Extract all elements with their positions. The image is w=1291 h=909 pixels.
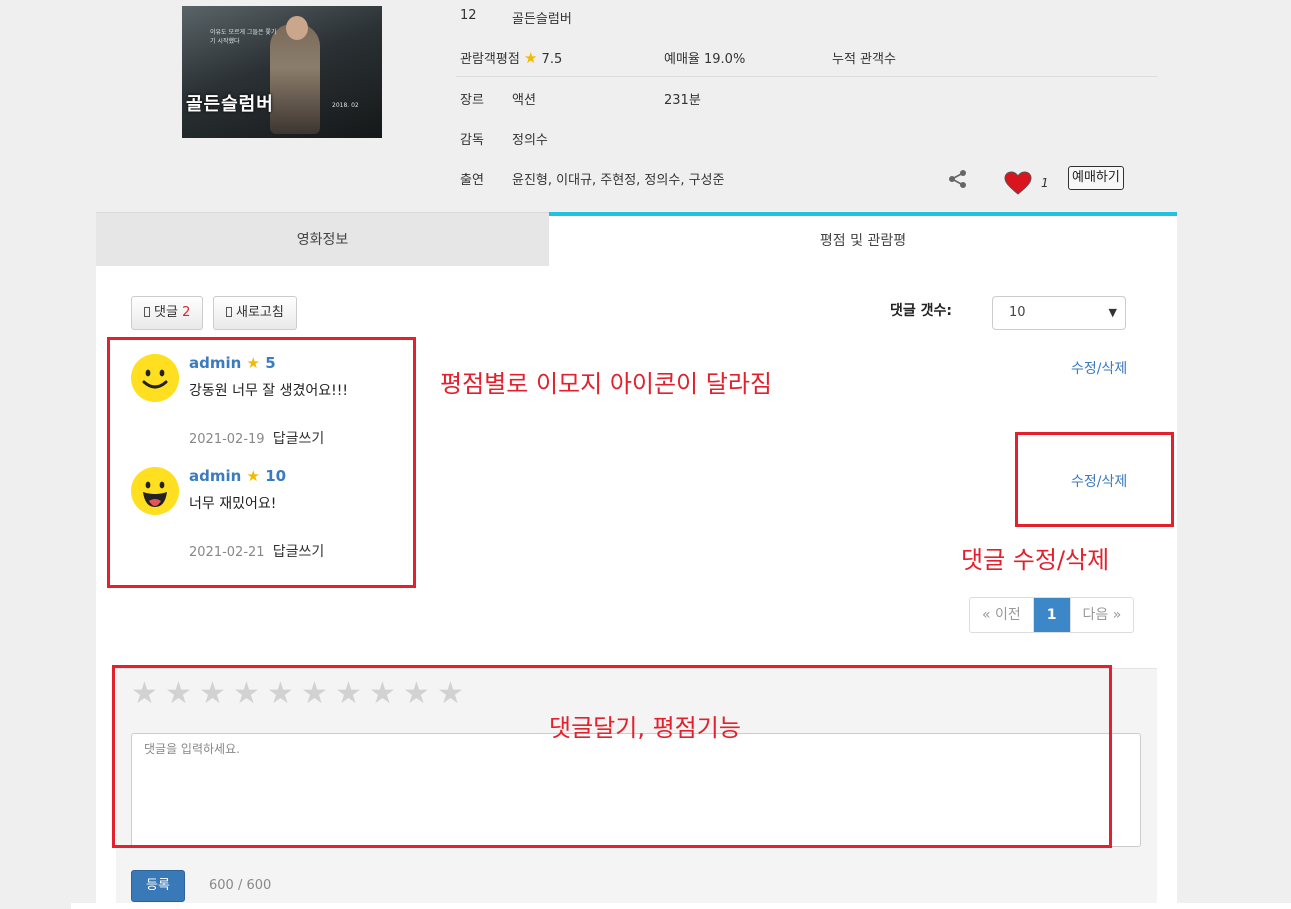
annotation-emoji-note: 평점별로 이모지 아이콘이 달라짐 [440, 370, 773, 398]
annotation-box-edit [1015, 432, 1174, 527]
refresh-icon [226, 307, 232, 317]
tab-movie-info[interactable]: 영화정보 [96, 212, 549, 266]
char-count: 600 / 600 [209, 878, 272, 893]
submit-button[interactable]: 등록 [131, 870, 185, 902]
audience-score-value: 7.5 [541, 52, 563, 67]
tab-reviews[interactable]: 평점 및 관람평 [549, 212, 1177, 266]
refresh-label: 새로고침 [236, 305, 284, 320]
refresh-button[interactable]: 새로고침 [213, 296, 297, 330]
edit-delete-link[interactable]: 수정/삭제 [1071, 358, 1127, 378]
page-bottom-strip [71, 903, 1291, 909]
director-label: 감독 [460, 133, 484, 148]
movie-title: 골든슬럼버 [512, 12, 572, 27]
cast-value: 윤진형, 이대규, 주현정, 정의수, 구성준 [512, 173, 725, 188]
comment-count-select[interactable]: 10 ▼ [992, 296, 1126, 330]
director-value: 정의수 [512, 133, 548, 148]
heart-icon[interactable] [1004, 171, 1032, 195]
comment-icon [144, 307, 150, 317]
info-divider [456, 76, 1158, 77]
pagination-page-current[interactable]: 1 [1033, 598, 1070, 632]
poster-tagline: 이유도 모르게 그들은 쫓기기 시작했다 [210, 29, 277, 45]
comments-label: 댓글 [154, 305, 178, 320]
cumulative-audience-label: 누적 관객수 [832, 52, 896, 67]
pagination-prev[interactable]: « 이전 [970, 598, 1034, 632]
comments-count: 2 [182, 305, 191, 320]
pagination-next[interactable]: 다음 » [1069, 598, 1134, 632]
audience-score-label: 관람객평점 [460, 52, 520, 67]
cast-label: 출연 [460, 173, 484, 188]
comment-count-value: 10 [1009, 305, 1026, 320]
genre-label: 장르 [460, 93, 484, 108]
chevron-down-icon: ▼ [1108, 306, 1117, 319]
poster-figure-head [286, 16, 308, 40]
genre-value: 액션 [512, 93, 536, 108]
comments-button[interactable]: 댓글 2 [131, 296, 204, 330]
movie-poster: 이유도 모르게 그들은 쫓기기 시작했다 골든슬럼버 2018. 02 [182, 6, 382, 138]
runtime: 231분 [664, 93, 701, 108]
reservation-rate: 예매율 19.0% [664, 52, 746, 67]
like-count: 1 [1041, 176, 1049, 190]
poster-title: 골든슬럼버 [186, 94, 274, 115]
comment-count-label: 댓글 갯수: [890, 303, 952, 319]
annotation-box-emoji [107, 337, 416, 588]
share-icon[interactable] [947, 168, 969, 190]
annotation-edit-note: 댓글 수정/삭제 [961, 546, 1110, 574]
annotation-box-form [112, 665, 1112, 848]
book-button[interactable]: 예매하기 [1068, 166, 1124, 190]
audience-score-row: 관람객평점 ★ 7.5 [460, 48, 562, 67]
annotation-form-note: 댓글달기, 평점기능 [549, 714, 741, 742]
rating-age: 12 [460, 8, 477, 23]
star-icon: ★ [523, 49, 538, 67]
poster-date: 2018. 02 [332, 102, 359, 109]
pagination: « 이전 1 다음 » [969, 597, 1135, 633]
